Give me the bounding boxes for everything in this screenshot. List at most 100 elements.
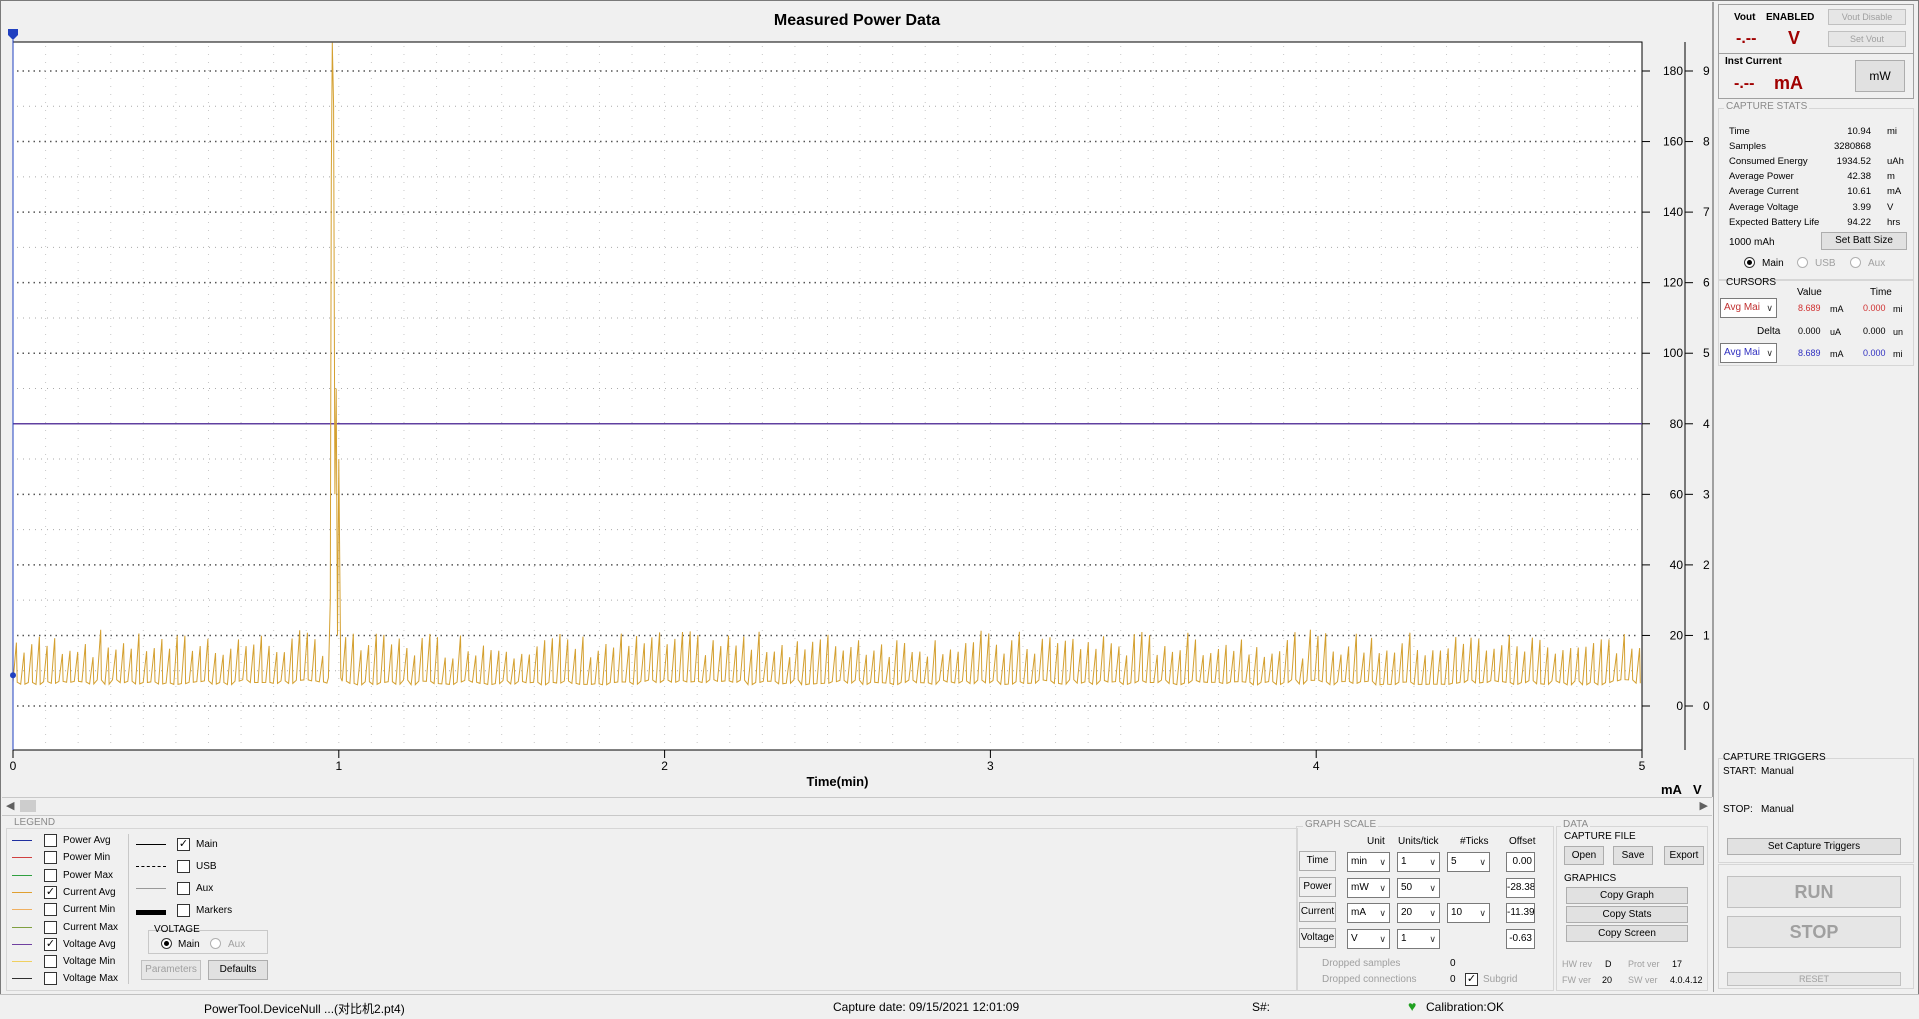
scale-header-unit: Unit [1367, 836, 1385, 847]
scale-offset-input[interactable]: -11.39 [1506, 903, 1535, 923]
voltage-main-label: Main [178, 939, 200, 950]
vout-disable-button[interactable]: Vout Disable [1828, 9, 1906, 25]
legend-checkbox[interactable] [44, 851, 57, 865]
scroll-left-icon[interactable]: ◀ [6, 799, 14, 812]
stat-key: Average Power [1729, 171, 1794, 183]
voltage-aux-radio[interactable] [210, 938, 221, 949]
legend-checkbox[interactable]: ✓ [44, 885, 57, 899]
reset-button[interactable]: RESET [1727, 972, 1901, 986]
scale-units-tick-select[interactable]: 50 ∨ [1397, 877, 1440, 898]
chevron-down-icon: ∨ [1429, 882, 1436, 893]
chevron-down-icon: ∨ [1429, 857, 1436, 867]
scale-offset-input[interactable]: -28.38 [1506, 877, 1535, 898]
voltage-tick-label: 1 [1703, 628, 1710, 642]
save-button[interactable]: Save [1613, 846, 1653, 865]
scale-units-tick-value: 1 [1401, 856, 1407, 867]
scale-row-label[interactable]: Power [1299, 876, 1336, 897]
scale-ticks-select[interactable]: 10 ∨ [1447, 903, 1490, 923]
current-tick-label: 100 [1663, 346, 1683, 360]
voltage-tick-label: 7 [1703, 205, 1710, 219]
current-tick-label: 120 [1663, 276, 1683, 290]
scroll-right-icon[interactable]: ▶ [1700, 799, 1708, 812]
legend-checkbox[interactable] [44, 834, 57, 847]
sw-ver-value: 4.0.4.12 [1670, 975, 1703, 985]
legend-item-label: Voltage Max [63, 973, 119, 985]
graph-scale-title: GRAPH SCALE [1303, 819, 1379, 830]
cursor2-time-unit: mi [1893, 349, 1903, 359]
subgrid-label: Subgrid [1483, 974, 1518, 985]
trigger-start-value: Manual [1761, 766, 1794, 777]
scale-unit-select[interactable]: mA ∨ [1347, 903, 1390, 923]
subgrid-checkbox[interactable]: ✓ [1465, 973, 1478, 986]
delta-time: 0.000 [1863, 326, 1886, 336]
cursor2-unit: mA [1830, 349, 1844, 359]
channel-checkbox[interactable] [177, 904, 190, 917]
scale-units-tick-value: 1 [1401, 932, 1407, 944]
scale-units-tick-select[interactable]: 1 ∨ [1397, 928, 1440, 949]
channel-line-style [136, 844, 166, 845]
legend-checkbox[interactable] [44, 972, 57, 986]
cursor2-select[interactable]: Avg Mai ∨ [1720, 343, 1777, 363]
voltage-aux-label: Aux [228, 939, 246, 950]
copy-stats-button[interactable]: Copy Stats [1566, 906, 1688, 923]
scale-unit-select[interactable]: V ∨ [1347, 928, 1390, 949]
defaults-button[interactable]: Defaults [208, 960, 268, 980]
capture-file-label: CAPTURE FILE [1564, 831, 1636, 842]
graph-panel[interactable]: 180 160 140 120 100 80 60 40 20 0 9 8 7 6 5 4 3 2 1 0 0 1 2 3 4 5… [2, 2, 1713, 797]
data-title: DATA [1561, 819, 1591, 830]
scale-row-label[interactable]: Current [1299, 902, 1336, 922]
legend-item-label: Voltage Avg [63, 938, 116, 950]
stats-main-radio[interactable] [1744, 257, 1755, 268]
scale-offset-input[interactable]: -0.63 [1506, 928, 1535, 949]
stat-key: Samples [1729, 141, 1766, 153]
mw-toggle-button[interactable]: mW [1855, 60, 1905, 92]
scale-row-label[interactable]: Voltage [1299, 927, 1336, 948]
open-button[interactable]: Open [1564, 846, 1604, 865]
set-batt-size-button[interactable]: Set Batt Size [1821, 232, 1907, 250]
set-capture-triggers-button[interactable]: Set Capture Triggers [1727, 838, 1901, 855]
channel-checkbox[interactable] [177, 882, 190, 895]
legend-checkbox[interactable]: ✓ [44, 937, 57, 951]
legend-checkbox[interactable] [44, 955, 57, 969]
scale-unit-value: V [1351, 932, 1358, 944]
voltage-main-radio[interactable] [161, 938, 172, 949]
channel-line-style [136, 888, 166, 889]
export-button[interactable]: Export [1664, 846, 1704, 865]
copy-screen-button[interactable]: Copy Screen [1566, 925, 1688, 942]
legend-item-label: Power Avg [63, 835, 111, 846]
cursor1-select[interactable]: Avg Mai ∨ [1720, 298, 1777, 318]
stats-usb-radio[interactable] [1797, 257, 1808, 268]
horizontal-scrollbar[interactable]: ◀ ▶ [2, 797, 1712, 816]
stop-button[interactable]: STOP [1727, 916, 1901, 948]
scale-units-tick-select[interactable]: 20 ∨ [1397, 903, 1440, 923]
x-tick-label: 3 [987, 759, 994, 773]
chevron-down-icon: ∨ [1429, 933, 1436, 944]
cursors-time-header: Time [1870, 287, 1892, 298]
channel-checkbox[interactable] [177, 860, 190, 873]
scale-units-tick-select[interactable]: 1 ∨ [1397, 852, 1440, 872]
run-button[interactable]: RUN [1727, 876, 1901, 908]
chevron-down-icon: ∨ [1379, 908, 1386, 918]
scale-ticks-select[interactable]: 5 ∨ [1447, 852, 1490, 872]
cursor-marker-icon [8, 29, 18, 40]
status-capture-date: Capture date: 09/15/2021 12:01:09 [833, 1000, 1020, 1014]
scale-header-offset: Offset [1509, 836, 1536, 847]
set-vout-button[interactable]: Set Vout [1828, 31, 1906, 47]
scale-unit-select[interactable]: min ∨ [1347, 852, 1390, 872]
parameters-button[interactable]: Parameters [141, 960, 201, 980]
scale-unit-select[interactable]: mW ∨ [1347, 877, 1390, 898]
cursor1-time: 0.000 [1863, 303, 1886, 313]
channel-checkbox[interactable]: ✓ [177, 838, 190, 851]
stats-aux-radio[interactable] [1850, 257, 1861, 268]
legend-checkbox[interactable] [44, 920, 57, 934]
legend-checkbox[interactable] [44, 868, 57, 882]
legend-divider [128, 834, 129, 984]
scale-row-label[interactable]: Time [1299, 851, 1336, 871]
chevron-down-icon: ∨ [1379, 857, 1386, 867]
stat-value: 10.61 [1847, 186, 1871, 198]
power-chart[interactable]: 18016014012010080604020098765432100 1 2 3 4 5… [2, 2, 1712, 797]
scroll-thumb[interactable] [20, 800, 36, 812]
copy-graph-button[interactable]: Copy Graph [1566, 887, 1688, 904]
scale-offset-input[interactable]: 0.00 [1506, 852, 1535, 872]
legend-checkbox[interactable] [44, 903, 57, 917]
